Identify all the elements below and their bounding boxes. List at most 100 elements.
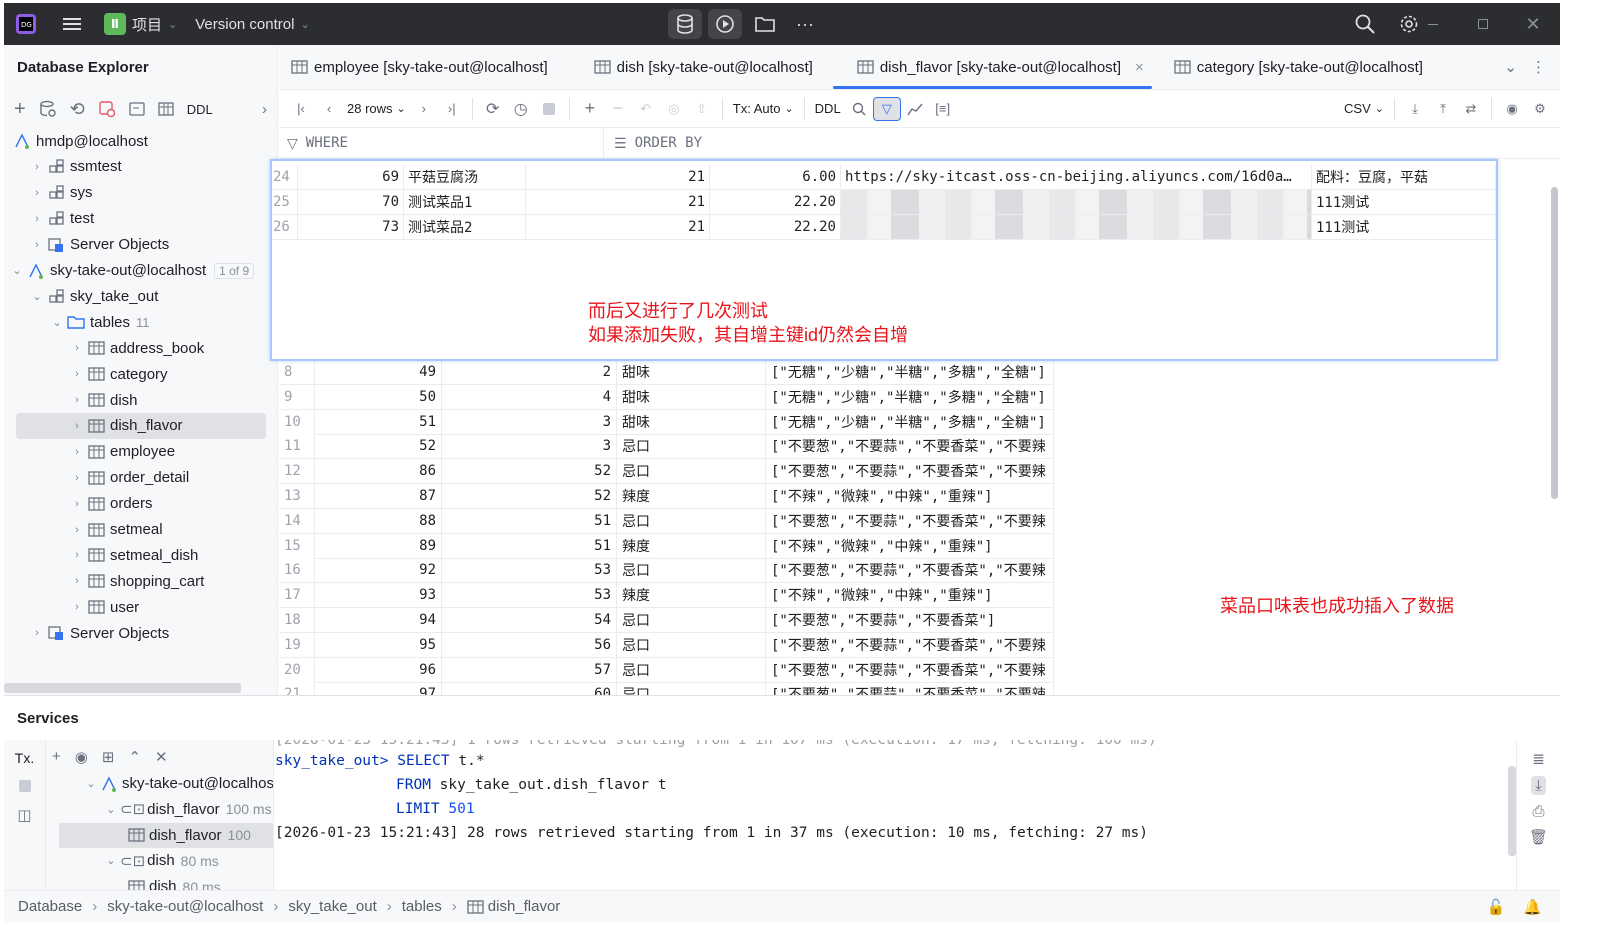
close-icon[interactable]: ✕: [1518, 11, 1548, 37]
preview-changes-icon[interactable]: ◎: [660, 94, 688, 124]
tab-category[interactable]: category [sky-take-out@localhost]: [1158, 45, 1437, 90]
breadcrumb-item[interactable]: Database: [18, 898, 82, 915]
vertical-scrollbar[interactable]: [1549, 159, 1560, 695]
project-widget[interactable]: Ⅱ 项目 ⌄: [96, 9, 185, 39]
chevron-right-icon[interactable]: ›: [28, 161, 46, 173]
cell-value[interactable]: ["无糖","少糖","半糖","多糖","全糖"]: [766, 409, 1054, 435]
export-format-selector[interactable]: CSV ⌄: [1340, 94, 1388, 124]
cell-id[interactable]: 87: [315, 484, 442, 509]
cell-dish-id[interactable]: 53: [442, 558, 617, 584]
service-item[interactable]: dish_flavor 100: [59, 822, 273, 848]
where-filter[interactable]: ▽ WHERE: [279, 127, 604, 159]
table-row[interactable]: 20 96 57 忌口 ["不要葱","不要蒜","不要香菜","不要辣: [279, 657, 1054, 683]
cell-name[interactable]: 辣度: [617, 484, 766, 509]
cell-dish-id[interactable]: 57: [442, 657, 617, 683]
chevron-right-icon[interactable]: ›: [68, 420, 86, 432]
cell-id[interactable]: 49: [315, 360, 442, 385]
chevron-right-icon[interactable]: ›: [68, 342, 86, 354]
cell-id[interactable]: 52: [315, 434, 442, 460]
add-icon[interactable]: +: [52, 748, 61, 766]
service-item[interactable]: ⌄ ⊂⊡ dish 80 ms: [102, 848, 218, 873]
delete-row-icon[interactable]: −: [604, 94, 632, 124]
tab-dish[interactable]: dish [sky-take-out@localhost]: [562, 45, 827, 90]
tree-item-category[interactable]: › category: [4, 361, 167, 387]
cell-value[interactable]: ["不辣","微辣","中辣","重辣"]: [766, 583, 1054, 609]
cell-id[interactable]: 95: [315, 632, 442, 658]
cell-dish-id[interactable]: 51: [442, 533, 617, 559]
cell-dish-id[interactable]: 60: [442, 682, 617, 695]
search-icon[interactable]: [845, 94, 873, 124]
chart-icon[interactable]: [901, 94, 929, 124]
cell-id[interactable]: 51: [315, 409, 442, 435]
submit-icon[interactable]: ⇧: [688, 94, 716, 124]
service-item[interactable]: ⌄ sky-take-out@localhost: [82, 771, 273, 796]
tree-item-ssmtest[interactable]: › ssmtest: [4, 154, 122, 180]
print-icon[interactable]: ⎙: [1532, 803, 1544, 820]
transaction-mode-selector[interactable]: Tx: Auto ⌄: [729, 94, 798, 124]
chevron-right-icon[interactable]: ›: [68, 472, 86, 484]
trash-icon[interactable]: 🗑: [1529, 828, 1548, 846]
chevron-down-icon[interactable]: ⌄: [1504, 58, 1517, 76]
cell-value[interactable]: ["无糖","少糖","半糖","多糖","全糖"]: [766, 360, 1054, 385]
tree-item-orders[interactable]: › orders: [4, 491, 152, 517]
cell-value[interactable]: ["不要葱","不要蒜","不要香菜","不要辣: [766, 657, 1054, 683]
close-icon[interactable]: ×: [1135, 59, 1144, 76]
tree-item-sky-take-out-localhost[interactable]: ⌄ sky-take-out@localhost 1 of 9: [4, 258, 255, 284]
cell-name[interactable]: 忌口: [617, 434, 766, 460]
tree-item-test[interactable]: › test: [4, 206, 94, 232]
cell-dish-id[interactable]: 54: [442, 608, 617, 633]
cell-id[interactable]: 86: [315, 459, 442, 485]
tab-dish_flavor[interactable]: dish_flavor [sky-take-out@localhost] ×: [827, 45, 1158, 90]
search-icon[interactable]: [1350, 9, 1380, 39]
tree-item-shopping-cart[interactable]: › shopping_cart: [4, 568, 204, 594]
database-icon[interactable]: [668, 9, 702, 39]
table-row[interactable]: 16 92 53 忌口 ["不要葱","不要蒜","不要香菜","不要辣: [279, 558, 1054, 584]
chevron-right-icon[interactable]: ›: [68, 549, 86, 561]
cell-dish-id[interactable]: 3: [442, 409, 617, 435]
cell-id[interactable]: 97: [315, 682, 442, 695]
console-icon[interactable]: [129, 101, 145, 117]
refresh-icon[interactable]: ⟲: [70, 99, 85, 120]
cell-id[interactable]: 88: [315, 508, 442, 534]
chevron-right-icon[interactable]: ›: [28, 213, 46, 225]
run-services-icon[interactable]: [708, 9, 742, 39]
chevron-right-icon[interactable]: ›: [68, 498, 86, 510]
tree-item-hmdp-localhost[interactable]: hmdp@localhost: [4, 128, 148, 154]
chevron-down-icon[interactable]: ⌄: [28, 290, 46, 303]
table-row[interactable]: 14 88 51 忌口 ["不要葱","不要蒜","不要香菜","不要辣: [279, 508, 1054, 534]
cell-name[interactable]: 忌口: [617, 508, 766, 534]
cell-value[interactable]: ["无糖","少糖","半糖","多糖","全糖"]: [766, 384, 1054, 410]
breadcrumb-item[interactable]: dish_flavor: [467, 898, 560, 915]
chevron-right-icon[interactable]: ›: [68, 446, 86, 458]
chevron-right-icon[interactable]: ›: [28, 627, 46, 639]
console-output[interactable]: [2026-01-23 15:21:43] 1 rows retrieved s…: [275, 740, 1515, 891]
breadcrumb-item[interactable]: tables: [402, 898, 442, 915]
order-by-filter[interactable]: ☰ ORDER BY: [604, 135, 702, 152]
tree-item-user[interactable]: › user: [4, 594, 139, 620]
chevron-down-icon[interactable]: ⌄: [102, 803, 120, 816]
cell-dish-id[interactable]: 52: [442, 459, 617, 485]
cell-name[interactable]: 忌口: [617, 657, 766, 683]
breadcrumb-item[interactable]: sky-take-out@localhost: [107, 898, 263, 915]
breadcrumb-item[interactable]: sky_take_out: [288, 898, 376, 915]
chevron-right-icon[interactable]: ›: [68, 575, 86, 587]
rows-selector[interactable]: 28 rows ⌄: [343, 94, 410, 124]
table-row[interactable]: 19 95 56 忌口 ["不要葱","不要蒜","不要香菜","不要辣: [279, 632, 1054, 658]
ddl-button[interactable]: DDL: [187, 102, 213, 117]
notifications-icon[interactable]: 🔔: [1523, 898, 1542, 916]
layout-icon[interactable]: ◫: [17, 806, 31, 824]
cell-value[interactable]: ["不要葱","不要蒜","不要香菜","不要辣: [766, 632, 1054, 658]
tree-item-employee[interactable]: › employee: [4, 439, 175, 465]
tree-item-sys[interactable]: › sys: [4, 180, 92, 206]
cell-id[interactable]: 89: [315, 533, 442, 559]
tree-item-order-detail[interactable]: › order_detail: [4, 465, 189, 491]
ddl-button[interactable]: DDL: [811, 94, 845, 124]
console-scrollbar[interactable]: [1508, 766, 1516, 856]
cell-name[interactable]: 辣度: [617, 533, 766, 559]
tree-item-dish-flavor[interactable]: › dish_flavor: [16, 412, 266, 439]
tree-item-setmeal[interactable]: › setmeal: [4, 517, 162, 543]
cell-dish-id[interactable]: 2: [442, 360, 617, 385]
table-row[interactable]: 8 49 2 甜味 ["无糖","少糖","半糖","多糖","全糖"]: [279, 360, 1054, 385]
cell-id[interactable]: 50: [315, 384, 442, 410]
tree-item-server-objects[interactable]: › Server Objects: [4, 232, 169, 258]
